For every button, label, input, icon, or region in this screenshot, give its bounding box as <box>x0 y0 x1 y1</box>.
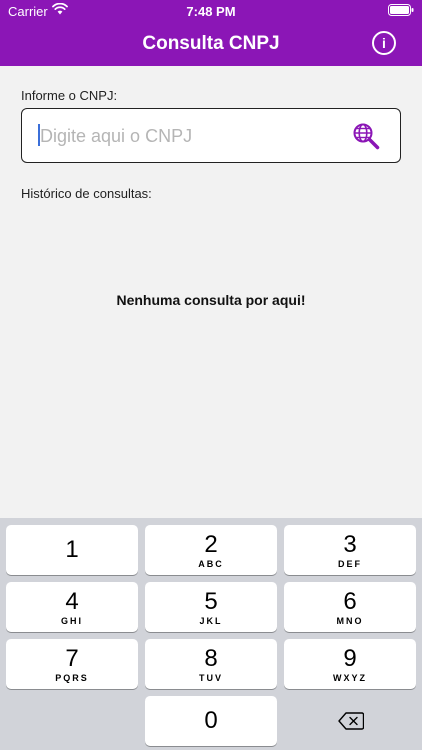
key-0[interactable]: 0 <box>145 696 277 746</box>
numeric-keyboard: 1 2 ABC 3 DEF 4 GHI 5 JKL 6 MNO 7 PQRS 8… <box>0 518 422 750</box>
key-letters: TUV <box>199 672 223 683</box>
key-2[interactable]: 2 ABC <box>145 525 277 575</box>
key-digit: 8 <box>204 644 218 672</box>
key-digit: 1 <box>65 536 79 563</box>
history-label: Histórico de consultas: <box>21 186 152 201</box>
battery-icon <box>388 4 414 16</box>
key-letters: MNO <box>336 615 364 626</box>
key-letters: ABC <box>198 558 224 569</box>
key-letters: DEF <box>338 558 362 569</box>
key-digit: 3 <box>343 530 357 558</box>
key-digit: 6 <box>343 587 357 615</box>
text-caret <box>38 124 40 146</box>
key-3[interactable]: 3 DEF <box>284 525 416 575</box>
empty-history-message: Nenhuma consulta por aqui! <box>116 292 306 308</box>
backspace-icon <box>338 712 364 730</box>
key-1[interactable]: 1 <box>6 525 138 575</box>
app-header: Carrier 7:48 PM Consulta CNPJ i <box>0 0 422 66</box>
key-5[interactable]: 5 JKL <box>145 582 277 632</box>
status-bar: Carrier 7:48 PM <box>0 0 422 22</box>
info-symbol: i <box>382 35 386 51</box>
key-9[interactable]: 9 WXYZ <box>284 639 416 689</box>
key-digit: 5 <box>204 587 218 615</box>
cnpj-label: Informe o CNPJ: <box>21 88 118 103</box>
key-digit: 7 <box>65 644 79 672</box>
key-letters: PQRS <box>55 672 89 683</box>
key-4[interactable]: 4 GHI <box>6 582 138 632</box>
delete-key[interactable] <box>285 696 417 746</box>
globe-search-icon[interactable] <box>352 122 380 150</box>
key-digit: 4 <box>65 587 79 615</box>
cnpj-search-box[interactable] <box>21 108 401 163</box>
cnpj-input[interactable] <box>38 109 342 163</box>
key-letters: WXYZ <box>333 672 367 683</box>
key-7[interactable]: 7 PQRS <box>6 639 138 689</box>
key-digit: 0 <box>204 707 218 734</box>
key-8[interactable]: 8 TUV <box>145 639 277 689</box>
key-6[interactable]: 6 MNO <box>284 582 416 632</box>
key-digit: 9 <box>343 644 357 672</box>
key-letters: GHI <box>60 615 83 626</box>
key-digit: 2 <box>204 530 218 558</box>
info-icon[interactable]: i <box>372 31 396 55</box>
key-letters: JKL <box>199 615 223 626</box>
status-time: 7:48 PM <box>186 4 236 19</box>
page-title: Consulta CNPJ <box>142 33 280 54</box>
